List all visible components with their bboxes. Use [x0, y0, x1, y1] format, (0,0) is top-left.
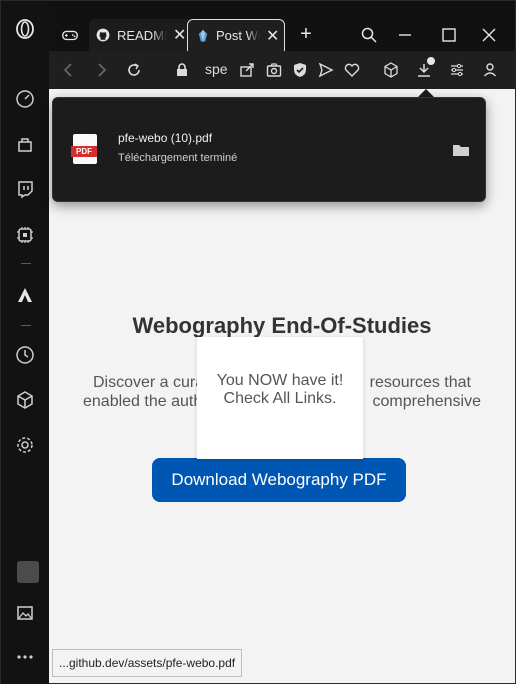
ad-blocker-shield-icon[interactable] — [290, 60, 310, 80]
tab-post-web[interactable]: Post Web ✕ — [187, 19, 285, 51]
player-thumbnail-icon[interactable] — [17, 561, 39, 583]
open-folder-icon[interactable] — [452, 142, 470, 158]
speed-dial-icon[interactable] — [15, 89, 35, 109]
search-icon[interactable] — [359, 25, 379, 45]
send-arrow-icon[interactable] — [316, 60, 336, 80]
status-bar-link-url: ...github.dev/assets/pfe-webo.pdf — [52, 649, 243, 677]
aria-ai-icon[interactable] — [15, 285, 35, 305]
description-text: enabled the auth — [83, 393, 203, 410]
site-favicon-icon — [198, 29, 208, 42]
address-toolbar: spe — [49, 51, 516, 89]
description-text: Discover a cura — [93, 374, 205, 391]
image-gallery-icon[interactable] — [15, 603, 35, 623]
pdf-file-icon[interactable]: PDF — [71, 134, 97, 164]
extensions-cube-icon[interactable] — [381, 60, 401, 80]
sidebar-divider — [21, 325, 31, 326]
easy-setup-sliders-icon[interactable] — [447, 60, 467, 80]
maximize-icon[interactable] — [439, 25, 459, 45]
description-text: resources that — [369, 374, 471, 391]
download-indicator-dot — [427, 57, 435, 65]
close-tab-icon[interactable]: ✕ — [173, 25, 186, 45]
tab-bar: README ✕ Post Web ✕ + — [49, 15, 516, 51]
reload-icon[interactable] — [124, 60, 144, 80]
history-clock-icon[interactable] — [15, 345, 35, 365]
camera-snapshot-icon[interactable] — [264, 60, 284, 80]
back-arrow-icon[interactable] — [59, 60, 79, 80]
tab-label: README — [117, 27, 167, 43]
twitch-icon[interactable] — [15, 179, 35, 199]
address-bar-input[interactable]: spe — [205, 61, 227, 77]
heart-bookmark-icon[interactable] — [342, 60, 362, 80]
settings-gear-icon[interactable] — [15, 435, 35, 455]
pdf-badge: PDF — [71, 146, 97, 157]
browser-window: README ✕ Post Web ✕ + — [0, 0, 516, 684]
download-file-name[interactable]: pfe-webo (10).pdf — [118, 131, 212, 145]
sidebar-divider — [21, 263, 31, 264]
cube-icon[interactable] — [15, 390, 35, 410]
lock-icon[interactable] — [172, 60, 192, 80]
more-dots-icon[interactable] — [15, 647, 35, 667]
tab-gamepad[interactable] — [55, 19, 85, 51]
profile-person-icon[interactable] — [480, 60, 500, 80]
close-tab-icon[interactable]: ✕ — [266, 26, 279, 46]
sidebar — [1, 1, 49, 684]
opera-logo-icon[interactable] — [15, 19, 35, 39]
github-icon — [96, 28, 110, 42]
tab-label: Post Web — [216, 28, 260, 43]
download-popup: PDF pfe-webo (10).pdf Téléchargement ter… — [52, 97, 486, 202]
download-pdf-button[interactable]: Download Webography PDF — [152, 458, 406, 502]
share-icon[interactable] — [237, 60, 257, 80]
new-tab-button[interactable]: + — [293, 21, 319, 47]
description-text: comprehensive — [372, 393, 482, 410]
success-popup: You NOW have it! Check All Links. — [197, 337, 363, 459]
download-status: Téléchargement terminé — [118, 152, 238, 164]
forward-arrow-icon[interactable] — [91, 60, 111, 80]
extension-chip-icon[interactable] — [15, 225, 35, 245]
gamepad-icon — [62, 30, 78, 41]
close-window-icon[interactable] — [479, 25, 499, 45]
page-heading: Webography End-Of-Studies — [132, 313, 432, 338]
popup-message: You NOW have it! — [216, 372, 344, 389]
popup-message: Check All Links. — [223, 390, 337, 407]
minimize-icon[interactable] — [395, 25, 415, 45]
shopping-bag-icon[interactable] — [15, 134, 35, 154]
